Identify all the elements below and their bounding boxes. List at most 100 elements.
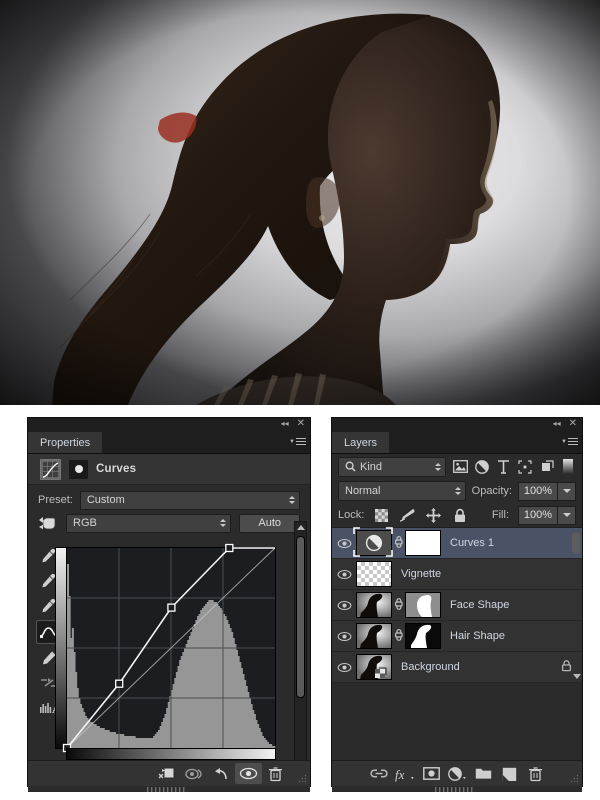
curves-graph[interactable] xyxy=(55,543,276,768)
fill-dropdown-arrow-icon[interactable] xyxy=(558,505,576,525)
scrollbar-thumb[interactable] xyxy=(296,536,305,698)
curves-adjustment-icon[interactable] xyxy=(40,458,61,480)
layer-row-background[interactable]: Background xyxy=(332,652,582,683)
link-layers-icon[interactable] xyxy=(368,764,390,784)
link-mask-icon xyxy=(395,629,403,641)
properties-resize-handle[interactable] xyxy=(28,786,310,792)
scroll-up-arrow-icon[interactable] xyxy=(297,525,305,530)
properties-panel: ◂◂ ✕ Properties ▼ Curves Preset: Custom … xyxy=(28,418,310,792)
layer-mask-thumbnail[interactable] xyxy=(405,530,441,556)
panel-menu-icon[interactable]: ▼ xyxy=(561,436,578,447)
fill-label: Fill: xyxy=(491,509,509,521)
layer-visibility-toggle[interactable] xyxy=(332,569,356,580)
link-mask-icon xyxy=(395,598,403,610)
preset-value: Custom xyxy=(86,494,125,506)
curves-grid[interactable] xyxy=(62,543,276,753)
layer-list-scrollbar[interactable] xyxy=(572,532,580,554)
layers-footer: fx xyxy=(332,760,582,786)
resize-grip-icon[interactable] xyxy=(570,774,579,783)
resize-grip-icon[interactable] xyxy=(298,774,307,783)
on-image-adjust-hand-icon[interactable] xyxy=(38,514,58,532)
layer-row-curves-1[interactable]: Curves 1 xyxy=(332,527,582,559)
channel-select[interactable]: RGB xyxy=(66,513,232,533)
layer-name[interactable]: Vignette xyxy=(401,568,441,580)
layer-styles-fx-icon[interactable]: fx xyxy=(394,764,416,784)
properties-scrollbar[interactable] xyxy=(294,521,307,789)
layer-visibility-toggle[interactable] xyxy=(332,538,356,549)
blend-mode-select[interactable]: Normal xyxy=(338,481,466,501)
lock-label: Lock: xyxy=(338,509,365,521)
auto-button[interactable]: Auto xyxy=(239,513,300,533)
layer-row-face-shape[interactable]: Face Shape xyxy=(332,590,582,621)
delete-layer-icon[interactable] xyxy=(524,764,546,784)
opacity-label: Opacity: xyxy=(471,485,512,497)
view-previous-state-icon[interactable] xyxy=(181,763,208,784)
layer-mask-link-icon[interactable] xyxy=(392,536,405,550)
document-image xyxy=(0,0,600,405)
layer-mask-link-icon[interactable] xyxy=(392,598,405,612)
delete-trash-icon[interactable] xyxy=(262,763,289,784)
panel-menu-icon[interactable]: ▼ xyxy=(289,436,306,447)
collapse-double-arrow-icon[interactable]: ◂◂ xyxy=(281,420,289,428)
filter-smart-object-icon[interactable] xyxy=(539,458,555,475)
filter-pixel-layers-icon[interactable] xyxy=(452,458,468,475)
preset-select[interactable]: Custom xyxy=(79,490,300,510)
layer-thumbnail[interactable] xyxy=(356,592,441,618)
filter-toggle-icon[interactable] xyxy=(560,458,576,475)
fill-field[interactable]: 100% xyxy=(518,505,558,525)
layer-row-vignette[interactable]: Vignette xyxy=(332,559,582,590)
new-layer-icon[interactable] xyxy=(498,764,520,784)
toggle-visibility-eye-icon[interactable] xyxy=(234,763,262,784)
layer-visibility-eye-icon xyxy=(337,569,351,579)
tab-layers-label: Layers xyxy=(344,436,378,449)
layer-thumbnail[interactable] xyxy=(356,623,441,649)
layer-name[interactable]: Hair Shape xyxy=(450,630,505,642)
close-icon[interactable]: ✕ xyxy=(569,419,577,429)
reset-icon[interactable] xyxy=(208,763,235,784)
filter-kind-select[interactable]: Kind xyxy=(338,456,447,477)
filter-shape-layers-icon[interactable] xyxy=(517,458,533,475)
lock-all-icon[interactable] xyxy=(451,507,468,524)
new-adjustment-layer-icon[interactable] xyxy=(446,764,468,784)
curves-plot xyxy=(62,543,276,753)
layer-mask-icon[interactable] xyxy=(69,459,88,479)
layer-thumbnail[interactable] xyxy=(356,654,392,680)
layer-visibility-toggle[interactable] xyxy=(332,631,356,642)
curves-header: Curves xyxy=(28,454,310,485)
page-title: Curves xyxy=(96,463,137,475)
tab-properties[interactable]: Properties xyxy=(28,432,104,453)
close-icon[interactable]: ✕ xyxy=(297,419,305,429)
silhouette-portrait-illustration xyxy=(0,0,600,405)
layer-visibility-eye-icon xyxy=(337,600,351,610)
clip-to-layer-icon[interactable] xyxy=(154,763,181,784)
link-mask-icon xyxy=(395,536,403,548)
layer-visibility-toggle[interactable] xyxy=(332,600,356,611)
lock-transparent-pixels-icon[interactable] xyxy=(373,507,390,524)
blend-mode-value: Normal xyxy=(345,485,381,497)
layer-thumbnail[interactable] xyxy=(356,561,392,587)
layer-list[interactable]: Curves 1 Vignette Face Shape Hair Shape Back… xyxy=(332,527,582,683)
lock-position-icon[interactable] xyxy=(425,507,442,524)
layer-row-hair-shape[interactable]: Hair Shape xyxy=(332,621,582,652)
opacity-dropdown-arrow-icon[interactable] xyxy=(558,481,576,501)
layer-visibility-toggle[interactable] xyxy=(332,662,356,673)
collapse-double-arrow-icon[interactable]: ◂◂ xyxy=(553,420,561,428)
opacity-field[interactable]: 100% xyxy=(518,481,558,501)
layer-name[interactable]: Face Shape xyxy=(450,599,509,611)
filter-type-layers-icon[interactable] xyxy=(496,458,512,475)
layer-name[interactable]: Curves 1 xyxy=(450,537,494,549)
filter-adjustment-layers-icon[interactable] xyxy=(474,458,490,475)
layer-mask-thumbnail[interactable] xyxy=(405,623,441,649)
lock-image-pixels-icon[interactable] xyxy=(399,507,416,524)
layer-thumbnail[interactable] xyxy=(353,527,441,557)
layer-mask-link-icon[interactable] xyxy=(392,629,405,643)
new-group-icon[interactable] xyxy=(472,764,494,784)
layer-mask-thumbnail[interactable] xyxy=(405,592,441,618)
add-layer-mask-icon[interactable] xyxy=(420,764,442,784)
layers-resize-handle[interactable] xyxy=(332,786,582,792)
preset-row: Preset: Custom xyxy=(28,485,310,511)
chevron-updown-icon xyxy=(288,496,295,504)
scroll-down-arrow-icon[interactable] xyxy=(573,674,581,679)
layer-name[interactable]: Background xyxy=(401,661,460,673)
tab-layers[interactable]: Layers xyxy=(332,432,391,453)
